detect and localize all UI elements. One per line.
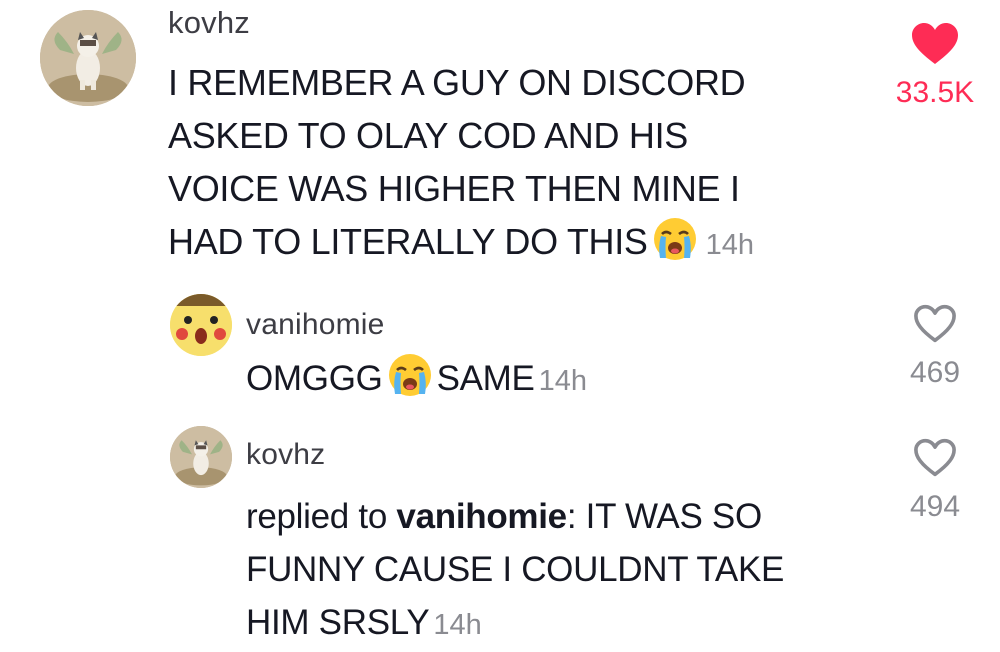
heart-filled-icon (912, 23, 958, 64)
username[interactable]: kovhz (246, 438, 325, 472)
main-comment: kovhz I REMEMBER A GUY ON DISCORD ASKED … (0, 0, 1000, 280)
comment-line: ASKED TO OLAY COD AND HIS (168, 115, 689, 156)
like-button[interactable]: 494 (880, 438, 990, 524)
loudly-crying-face-icon (387, 352, 433, 413)
avatar[interactable] (170, 426, 232, 488)
loudly-crying-face-icon (652, 216, 698, 276)
timestamp: 14h (705, 229, 755, 261)
comment-text: replied to vanihomie: IT WAS SO FUNNY CA… (246, 490, 886, 652)
username[interactable]: kovhz (168, 5, 250, 41)
reply-comment: vanihomie OMGGG SAME 14h 469 (0, 290, 1000, 420)
avatar[interactable] (170, 294, 232, 356)
cat-avatar-icon (40, 10, 136, 106)
like-count: 469 (909, 356, 961, 389)
pikachu-avatar-icon (170, 294, 232, 356)
heart-outline-icon (914, 438, 956, 477)
timestamp: 14h (433, 609, 482, 641)
cat-avatar-icon (170, 426, 232, 488)
comment-text-part: : IT WAS SO (566, 497, 762, 536)
timestamp: 14h (538, 365, 587, 397)
replied-to-username[interactable]: vanihomie (396, 497, 567, 536)
comment-line-last: HAD TO LITERALLY DO THIS 14h (168, 215, 868, 276)
comment-text-part: OMGGG (246, 359, 383, 398)
like-button[interactable]: 33.5K (880, 22, 990, 110)
comment-text-part: SAME (436, 359, 535, 398)
comment-text: OMGGG SAME 14h (246, 352, 587, 413)
comment-line: I REMEMBER A GUY ON DISCORD (168, 62, 746, 103)
like-count: 494 (909, 490, 961, 523)
comment-text: I REMEMBER A GUY ON DISCORD ASKED TO OLA… (168, 56, 868, 276)
comment-line: HAD TO LITERALLY DO THIS (168, 221, 648, 262)
heart-outline-icon (914, 304, 956, 343)
replied-prefix: replied to (246, 497, 387, 536)
comment-line-last: HIM SRSLY 14h (246, 596, 886, 652)
comment-line: VOICE WAS HIGHER THEN MINE I (168, 168, 740, 209)
avatar[interactable] (40, 10, 136, 106)
username[interactable]: vanihomie (246, 308, 385, 342)
comment-line: replied to vanihomie: IT WAS SO (246, 490, 886, 543)
reply-comment: kovhz replied to vanihomie: IT WAS SO FU… (0, 420, 1000, 642)
comment-text-part: HIM SRSLY (246, 603, 430, 642)
like-button[interactable]: 469 (880, 304, 990, 390)
like-count: 33.5K (895, 76, 975, 109)
comment-line: FUNNY CAUSE I COULDNT TAKE (246, 550, 785, 589)
